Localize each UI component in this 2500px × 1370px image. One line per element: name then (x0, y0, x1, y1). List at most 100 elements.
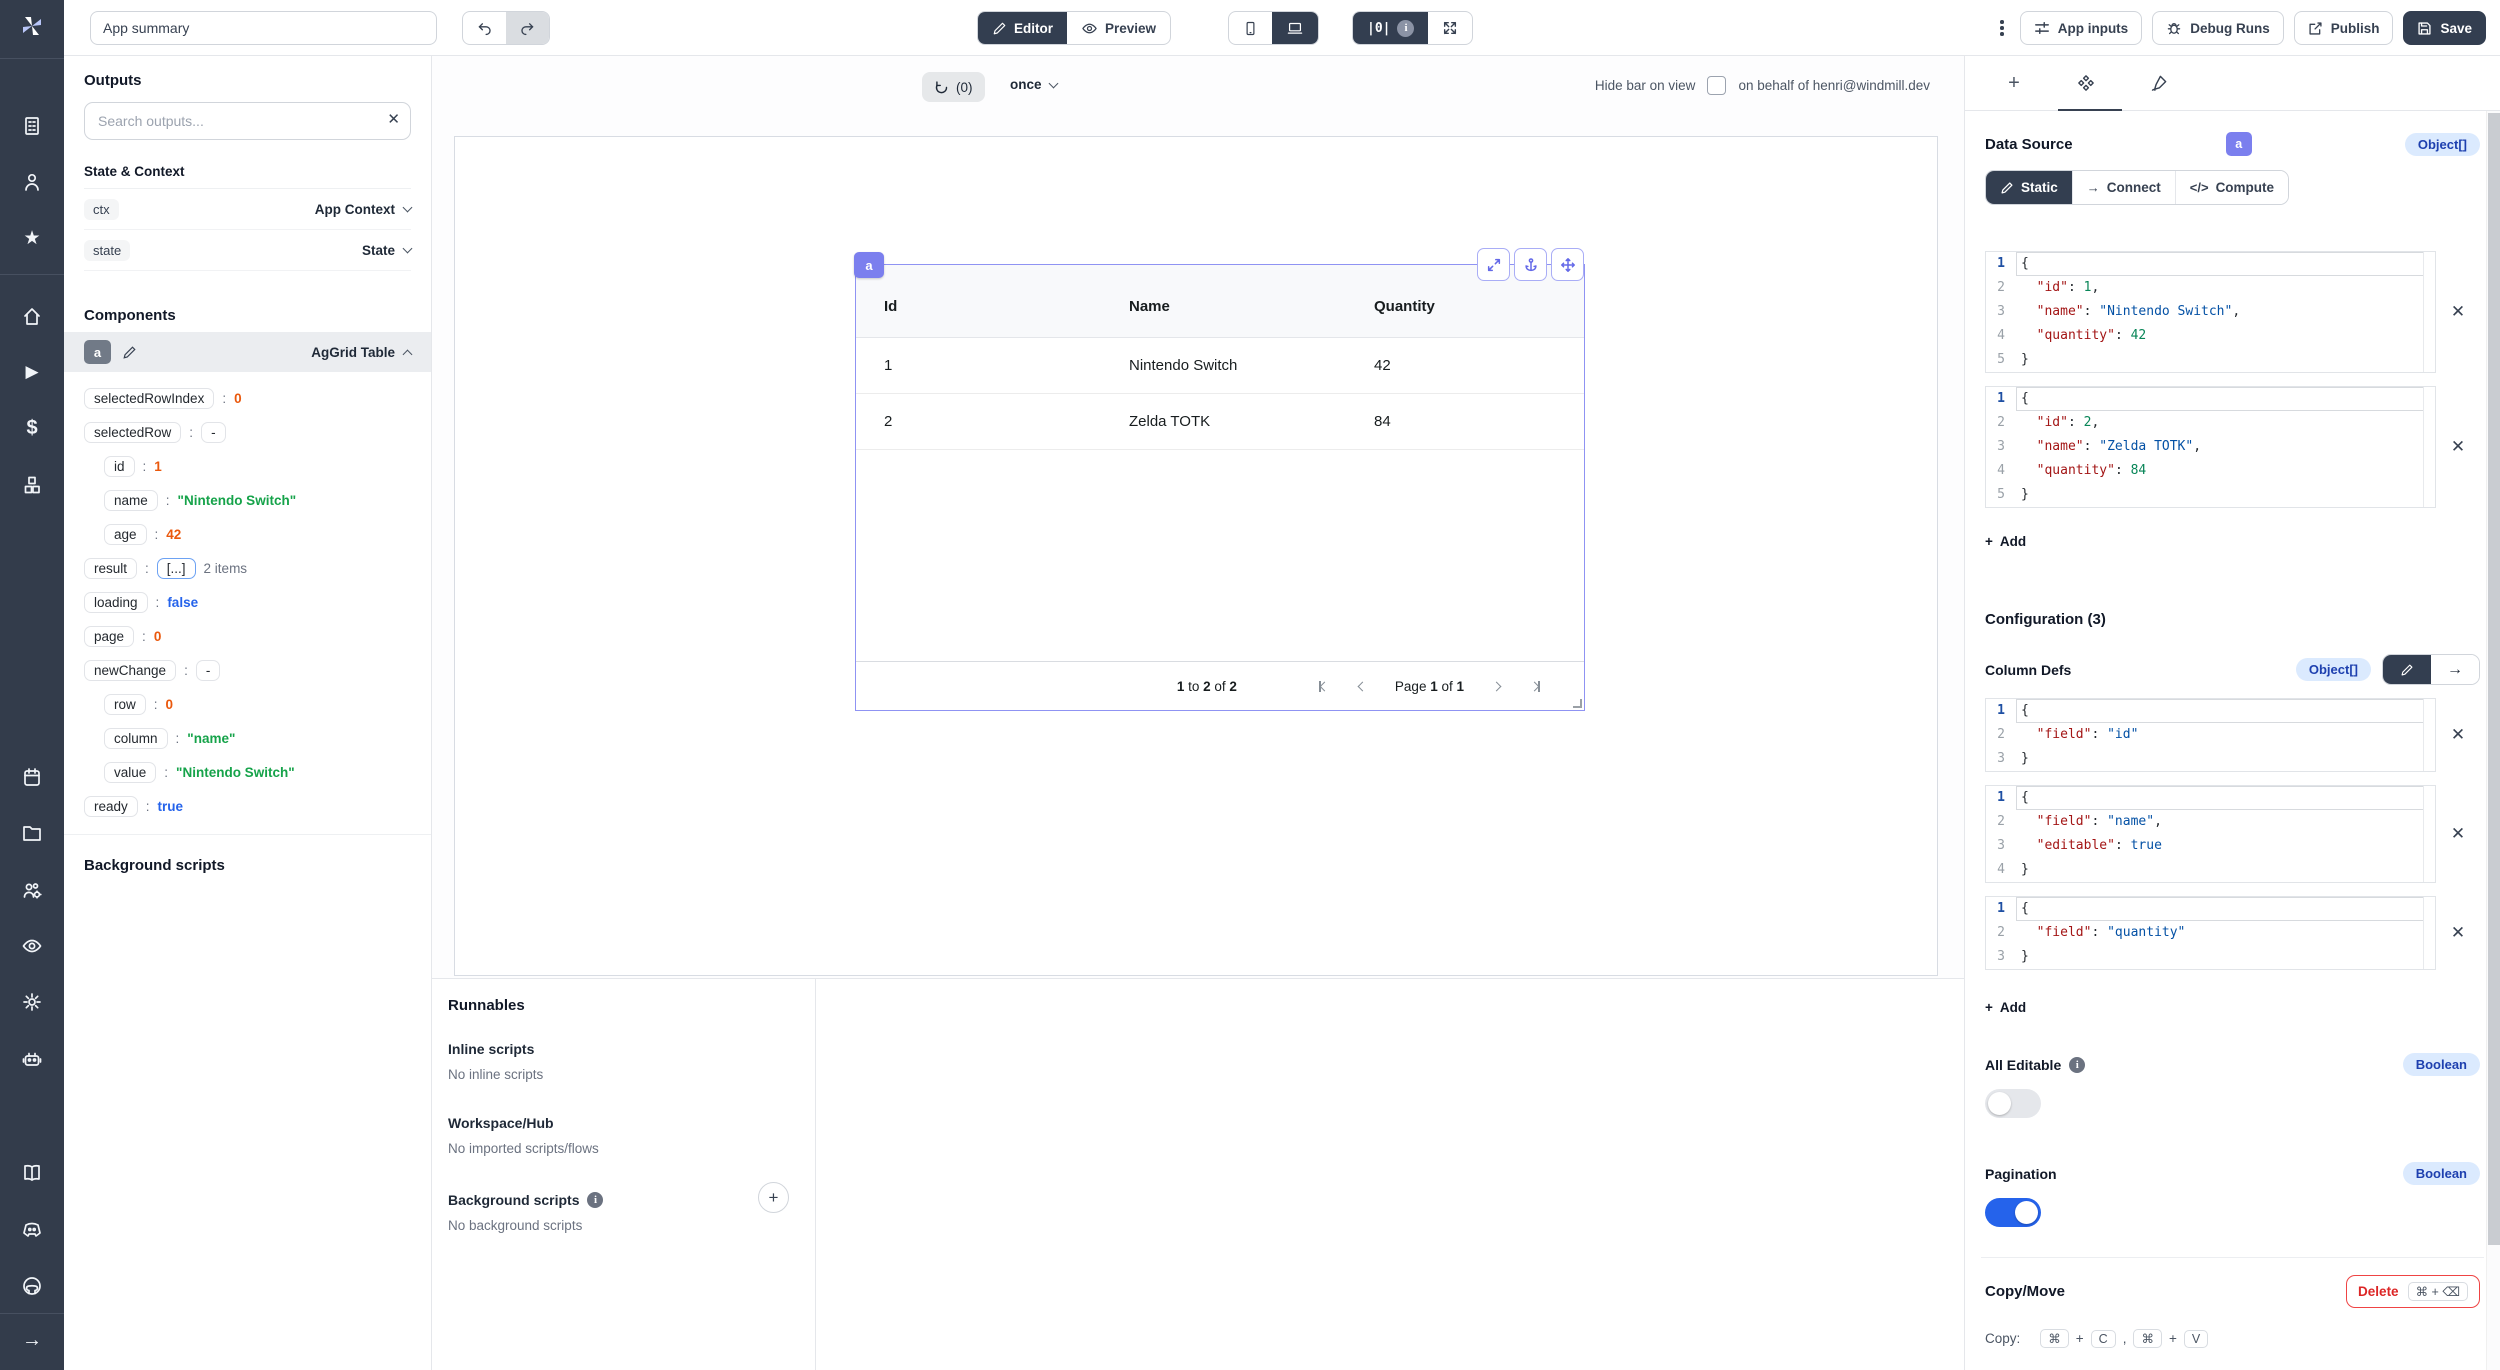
delete-item-icon[interactable]: ✕ (2436, 302, 2480, 322)
output-key-chip[interactable]: selectedRowIndex (84, 388, 214, 409)
component-header-row[interactable]: a AgGrid Table (64, 332, 431, 372)
next-page-button[interactable] (1491, 683, 1502, 690)
output-key-chip[interactable]: value (104, 762, 156, 783)
expand-component-button[interactable] (1477, 248, 1510, 281)
output-key-chip[interactable]: loading (84, 592, 148, 613)
output-key-chip[interactable]: page (84, 626, 134, 647)
add-column-def-button[interactable]: + Add (1985, 1000, 2026, 1015)
refresh-button[interactable]: (0) (922, 72, 985, 102)
styling-tab[interactable] (2145, 70, 2171, 96)
delete-item-icon[interactable]: ✕ (2436, 725, 2480, 745)
delete-item-icon[interactable]: ✕ (2436, 824, 2480, 844)
output-key-chip[interactable]: selectedRow (84, 422, 181, 443)
preview-tab[interactable]: Preview (1067, 12, 1170, 44)
collapsed-array-chip[interactable]: [...] (157, 558, 196, 579)
delete-item-icon[interactable]: ✕ (2436, 923, 2480, 943)
output-key-chip[interactable]: ready (84, 796, 138, 817)
more-menu-button[interactable] (1994, 14, 2010, 42)
add-background-script-button[interactable]: + (758, 1182, 789, 1213)
sidebar-item-audit[interactable] (0, 925, 64, 967)
column-header-name[interactable]: Name (1101, 298, 1346, 315)
column-header-quantity[interactable]: Quantity (1346, 298, 1584, 315)
sidebar-item-runs[interactable]: ▶ (0, 351, 64, 393)
windmill-logo[interactable] (0, 0, 64, 52)
state-row[interactable]: state State (84, 230, 411, 271)
json-editor-item-2[interactable]: 1{2 "id": 2,3 "name": "Zelda TOTK",4 "qu… (1985, 386, 2436, 508)
debug-counter-button[interactable]: |0| i (1353, 12, 1428, 44)
connect-mode-button[interactable]: → (2431, 655, 2479, 684)
publish-button[interactable]: Publish (2294, 11, 2394, 45)
sidebar-item-user[interactable] (0, 161, 64, 203)
pencil-icon[interactable] (122, 345, 137, 360)
expand-sidebar-button[interactable]: → (0, 1320, 64, 1362)
json-editor-coldef-1[interactable]: 1{2 "field": "id"3} (1985, 698, 2436, 772)
static-mode-button[interactable]: Static (1986, 171, 2072, 204)
type-badge[interactable]: Object[] (2405, 133, 2480, 156)
sidebar-item-discord[interactable] (0, 1208, 64, 1250)
table-cell[interactable]: Zelda TOTK (1101, 413, 1346, 430)
sidebar-item-github[interactable] (0, 1264, 64, 1306)
sidebar-item-ai[interactable] (0, 1037, 64, 1079)
sidebar-item-schedules[interactable] (0, 756, 64, 798)
save-button[interactable]: Save (2403, 11, 2486, 45)
fullscreen-button[interactable] (1428, 12, 1472, 44)
output-key-chip[interactable]: column (104, 728, 168, 749)
sidebar-item-resources[interactable] (0, 463, 64, 505)
move-component-button[interactable] (1551, 248, 1584, 281)
sidebar-item-workspace[interactable] (0, 105, 64, 147)
first-page-button[interactable] (1317, 681, 1330, 692)
previous-page-button[interactable] (1357, 683, 1368, 690)
json-editor-coldef-2[interactable]: 1{2 "field": "name",3 "editable": true4} (1985, 785, 2436, 883)
add-data-item-button[interactable]: + Add (1985, 534, 2026, 549)
search-outputs-input[interactable] (84, 102, 411, 140)
schedule-mode-dropdown[interactable]: once (1010, 77, 1057, 92)
desktop-view-button[interactable] (1272, 12, 1318, 44)
output-key-chip[interactable]: name (104, 490, 158, 511)
sidebar-item-variables[interactable]: $ (0, 407, 64, 449)
sidebar-item-favorites[interactable]: ★ (0, 217, 64, 259)
output-key-chip[interactable]: row (104, 694, 146, 715)
insert-component-tab[interactable]: + (2001, 70, 2027, 96)
column-header-id[interactable]: Id (856, 298, 1101, 315)
debug-runs-button[interactable]: Debug Runs (2152, 11, 2284, 45)
scrollbar-thumb[interactable] (2488, 113, 2500, 1245)
table-cell[interactable]: 84 (1346, 413, 1584, 430)
collapsed-object-chip[interactable]: - (201, 422, 226, 443)
app-inputs-button[interactable]: App inputs (2020, 11, 2143, 45)
output-key-chip[interactable]: id (104, 456, 135, 477)
ctx-row[interactable]: ctx App Context (84, 189, 411, 230)
all-editable-toggle[interactable] (1985, 1089, 2041, 1118)
sidebar-item-home[interactable] (0, 295, 64, 337)
edit-mode-button[interactable] (2383, 655, 2431, 684)
scrollbar[interactable] (2486, 111, 2500, 1370)
sidebar-item-groups[interactable] (0, 868, 64, 910)
table-cell[interactable]: Nintendo Switch (1101, 357, 1346, 374)
collapsed-object-chip[interactable]: - (196, 660, 221, 681)
clear-search-icon[interactable]: ✕ (387, 110, 400, 128)
delete-component-button[interactable]: Delete ⌘ + ⌫ (2346, 1275, 2480, 1308)
type-badge[interactable]: Object[] (2296, 658, 2371, 681)
sidebar-item-settings[interactable] (0, 981, 64, 1023)
mobile-view-button[interactable] (1229, 12, 1272, 44)
last-page-button[interactable] (1529, 681, 1542, 692)
aggrid-table-component[interactable]: a Id Name Quantity (855, 264, 1585, 711)
component-id-badge[interactable]: a (854, 252, 884, 278)
sidebar-item-docs[interactable] (0, 1152, 64, 1194)
app-card[interactable]: a Id Name Quantity (454, 136, 1938, 976)
json-editor-coldef-3[interactable]: 1{2 "field": "quantity"3} (1985, 896, 2436, 970)
output-key-chip[interactable]: result (84, 558, 137, 579)
pagination-toggle[interactable] (1985, 1198, 2041, 1227)
anchor-component-button[interactable] (1514, 248, 1547, 281)
compute-mode-button[interactable]: </> Compute (2175, 171, 2288, 204)
redo-button[interactable] (506, 12, 549, 44)
app-summary-input[interactable] (90, 11, 437, 45)
output-key-chip[interactable]: age (104, 524, 147, 545)
table-row[interactable]: 1Nintendo Switch42 (856, 338, 1584, 394)
delete-item-icon[interactable]: ✕ (2436, 437, 2480, 457)
json-editor-item-1[interactable]: 1{2 "id": 1,3 "name": "Nintendo Switch",… (1985, 251, 2436, 373)
table-row[interactable]: 2Zelda TOTK84 (856, 394, 1584, 450)
table-cell[interactable]: 42 (1346, 357, 1584, 374)
connect-mode-button[interactable]: → Connect (2072, 171, 2175, 204)
editor-tab[interactable]: Editor (978, 12, 1067, 44)
component-settings-tab[interactable] (2073, 70, 2099, 96)
